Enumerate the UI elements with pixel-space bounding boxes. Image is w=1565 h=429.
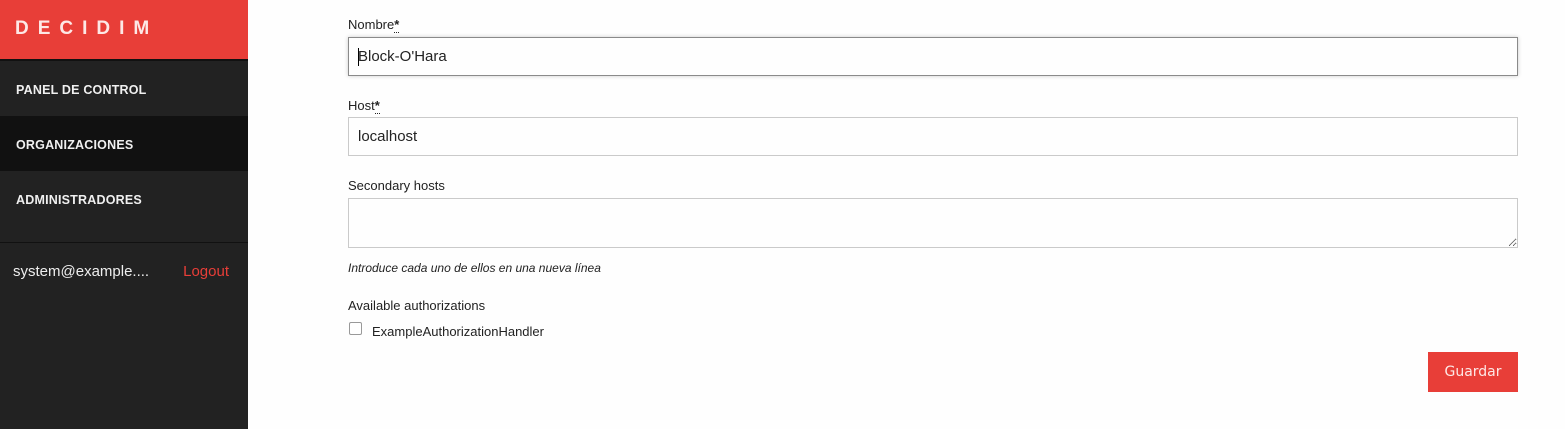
nav-item-administradores[interactable]: ADMINISTRADORES bbox=[0, 171, 248, 226]
example-authorization-checkbox[interactable] bbox=[349, 322, 362, 335]
host-label: Host* bbox=[348, 98, 380, 114]
name-label: Nombre* bbox=[348, 17, 400, 33]
logout-link[interactable]: Logout bbox=[183, 263, 229, 280]
sidebar: DECIDIM PANEL DE CONTROL ORGANIZACIONES … bbox=[0, 0, 248, 429]
secondary-hosts-help: Introduce cada uno de ellos en una nueva… bbox=[348, 261, 601, 275]
name-label-text: Nombre bbox=[348, 17, 395, 32]
name-input[interactable]: Block-O'Hara bbox=[348, 37, 1518, 76]
nav-item-panel-de-control[interactable]: PANEL DE CONTROL bbox=[0, 61, 248, 116]
required-marker: * bbox=[394, 17, 400, 33]
nav-item-organizaciones[interactable]: ORGANIZACIONES bbox=[0, 116, 248, 171]
host-label-text: Host bbox=[348, 98, 375, 113]
user-area: system@example.... Logout bbox=[0, 243, 248, 280]
user-email: system@example.... bbox=[13, 263, 150, 280]
secondary-hosts-textarea[interactable] bbox=[348, 198, 1518, 248]
example-authorization-label[interactable]: ExampleAuthorizationHandler bbox=[372, 324, 544, 339]
secondary-hosts-label: Secondary hosts bbox=[348, 178, 445, 193]
logo[interactable]: DECIDIM bbox=[0, 0, 248, 61]
host-value: localhost bbox=[358, 128, 418, 145]
required-marker: * bbox=[374, 98, 380, 114]
save-button[interactable]: Guardar bbox=[1428, 352, 1518, 392]
authorizations-label: Available authorizations bbox=[348, 298, 486, 313]
host-input[interactable]: localhost bbox=[348, 117, 1518, 156]
name-value: Block-O'Hara bbox=[358, 48, 447, 65]
